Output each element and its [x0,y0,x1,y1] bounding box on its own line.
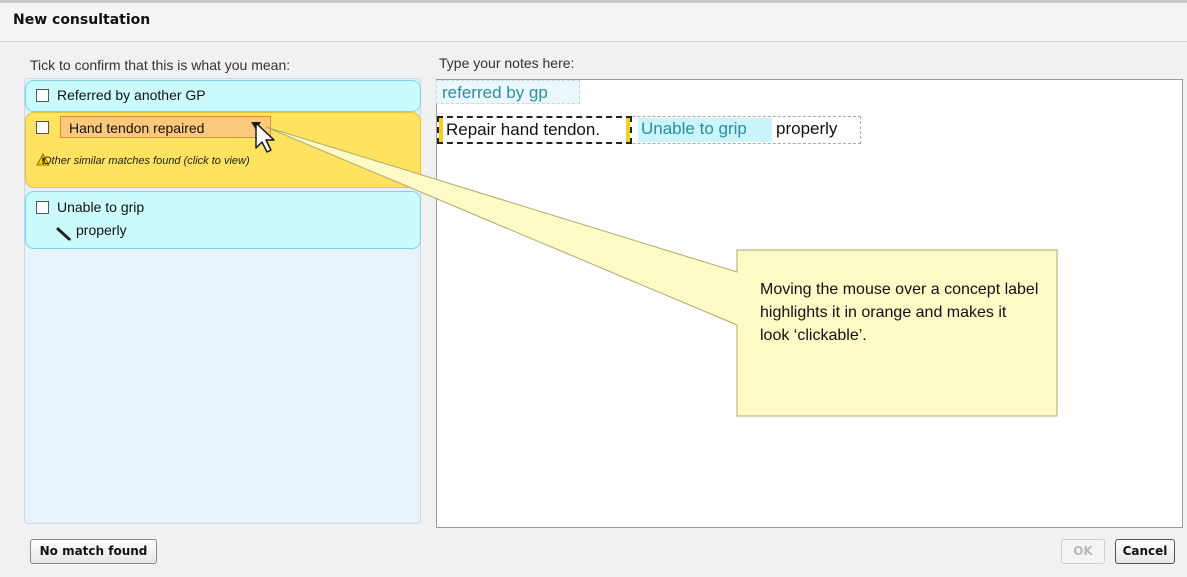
concept-label-text: Hand tendon repaired [69,120,205,136]
note-chip-referred[interactable]: referred by gp [436,80,580,104]
concept-label-unable-to-grip[interactable]: Unable to grip [57,199,144,215]
concept-label-hand-tendon[interactable]: Hand tendon repaired [60,116,271,138]
note-text-repair: Repair hand tendon. [446,120,601,139]
mouse-pointer-icon [255,122,275,153]
new-consultation-dialog: New consultation Tick to confirm that th… [0,0,1187,577]
no-match-found-button[interactable]: No match found [30,539,157,564]
checkbox-unable-to-grip[interactable] [36,201,49,214]
pencil-icon [56,227,72,241]
highlight-bar-left [439,118,443,142]
note-text-properly: properly [776,119,838,138]
checkbox-hand-tendon[interactable] [36,121,49,134]
note-text-unable: Unable to grip [641,119,747,138]
title-bar-top-line [0,0,1187,3]
notes-instruction: Type your notes here: [439,55,575,71]
checkbox-referred[interactable] [36,89,49,102]
title-bar: New consultation [0,0,1187,42]
highlight-bar-right [626,118,630,142]
qualifier-properly: properly [76,222,127,238]
similar-matches-link[interactable]: Other similar matches found (click to vi… [43,155,250,167]
ok-button[interactable]: OK [1061,539,1105,564]
concept-label-referred[interactable]: Referred by another GP [57,87,206,103]
cancel-button[interactable]: Cancel [1115,539,1175,564]
dialog-title: New consultation [13,12,151,28]
note-chip-unable[interactable]: Unable to grip [638,118,772,142]
callout-text: Moving the mouse over a concept label hi… [760,281,1039,344]
note-text-referred: referred by gp [442,83,548,102]
tick-instruction: Tick to confirm that this is what you me… [30,57,291,73]
note-chip-repair[interactable]: Repair hand tendon. [437,116,632,144]
